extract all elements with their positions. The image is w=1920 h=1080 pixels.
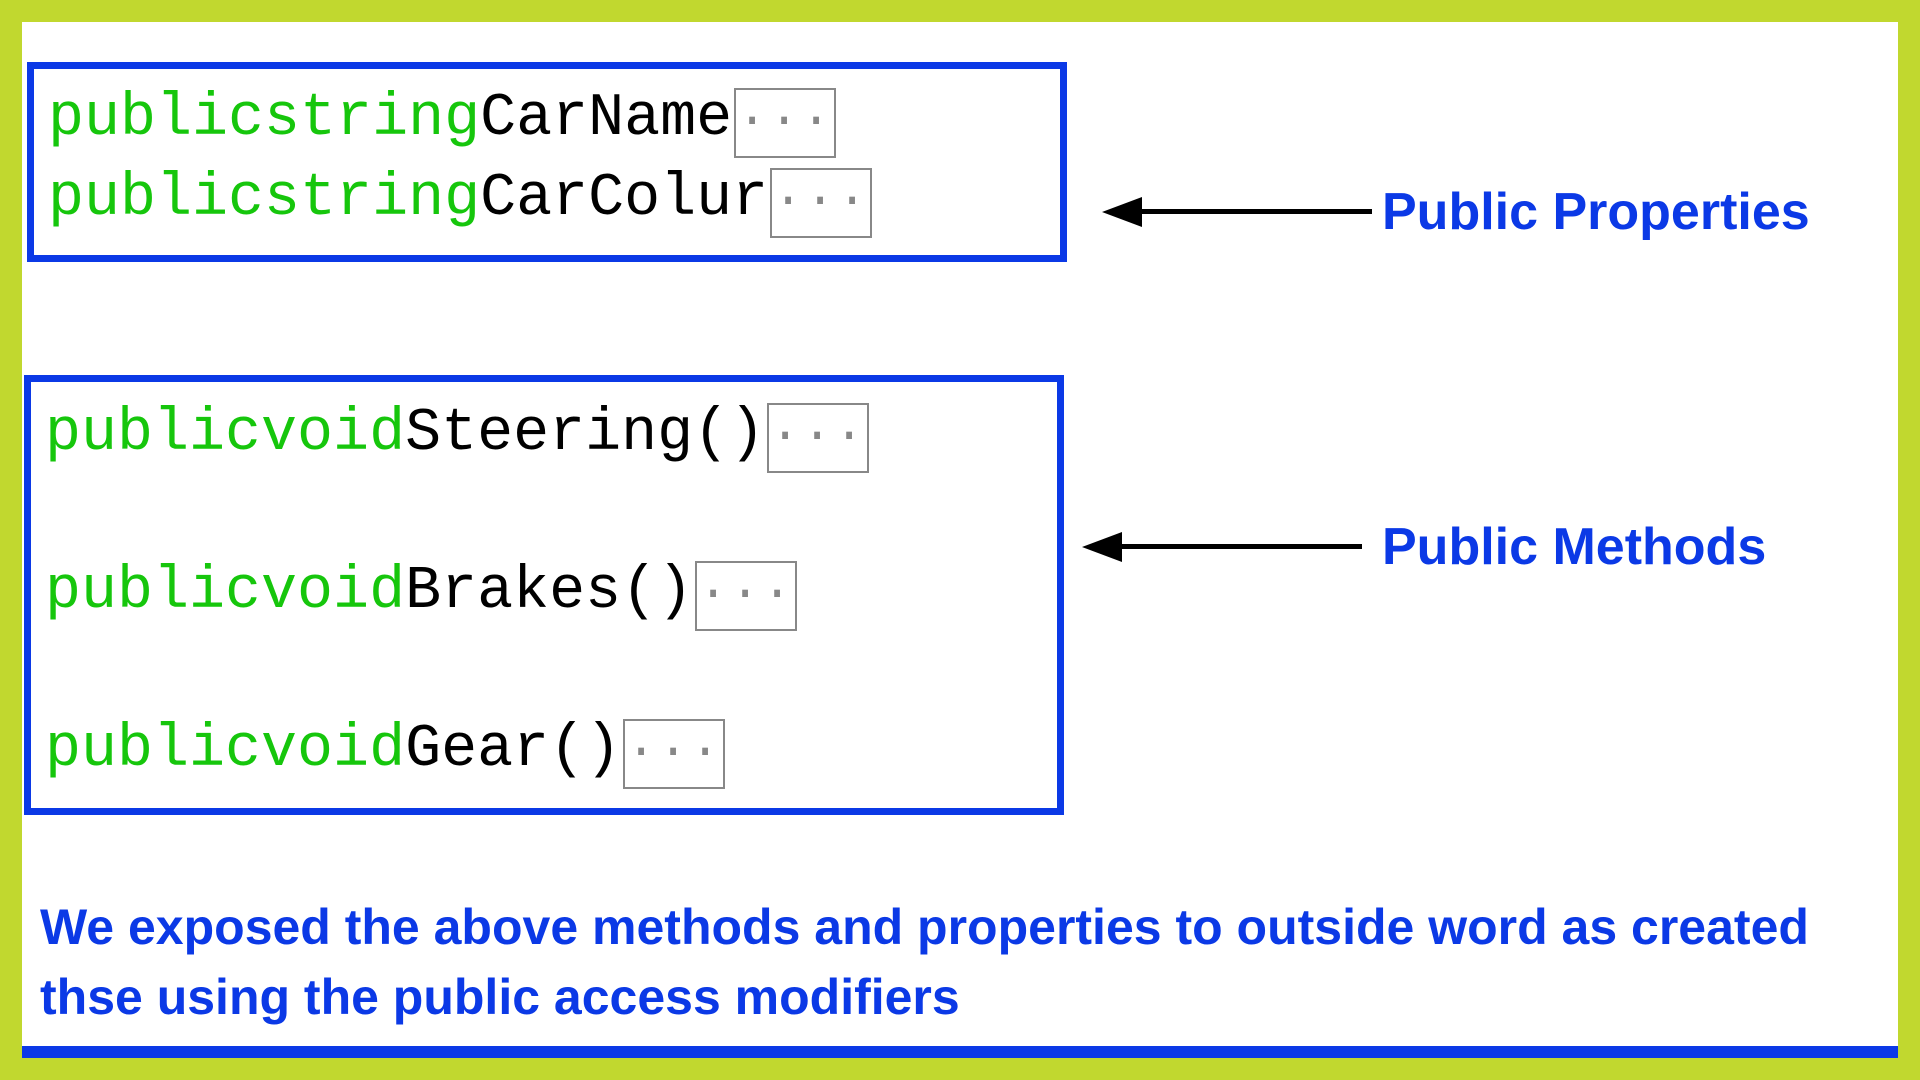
arrow-properties [1102,197,1372,227]
label-public-properties: Public Properties [1382,182,1810,242]
keyword-type: string [264,169,480,229]
property-name: CarColur [480,169,768,229]
label-public-methods: Public Methods [1382,517,1766,577]
keyword-type: void [261,562,405,622]
code-line: public void Steering() ... [45,394,1045,474]
code-line: public string CarColur ... [48,159,1048,239]
methods-box: public void Steering() ... public void B… [24,375,1064,815]
collapse-icon: ... [770,168,872,238]
collapse-icon: ... [695,561,797,631]
method-name: Brakes() [405,562,693,622]
property-name: CarName [480,89,732,149]
keyword-type: void [261,720,405,780]
keyword-modifier: public [48,169,264,229]
collapse-icon: ... [623,719,725,789]
keyword-modifier: public [45,404,261,464]
method-name: Gear() [405,720,621,780]
method-name: Steering() [405,404,765,464]
keyword-type: string [264,89,480,149]
keyword-modifier: public [48,89,264,149]
code-line: public void Brakes() ... [45,552,1045,632]
keyword-type: void [261,404,405,464]
code-line: public void Gear() ... [45,710,1045,790]
keyword-modifier: public [45,562,261,622]
properties-box: public string CarName ... public string … [27,62,1067,262]
arrow-methods [1082,532,1362,562]
bottom-bar [22,1046,1898,1058]
collapse-icon: ... [734,88,836,158]
code-line: public string CarName ... [48,79,1048,159]
footer-text: We exposed the above methods and propert… [40,892,1840,1032]
collapse-icon: ... [767,403,869,473]
keyword-modifier: public [45,720,261,780]
